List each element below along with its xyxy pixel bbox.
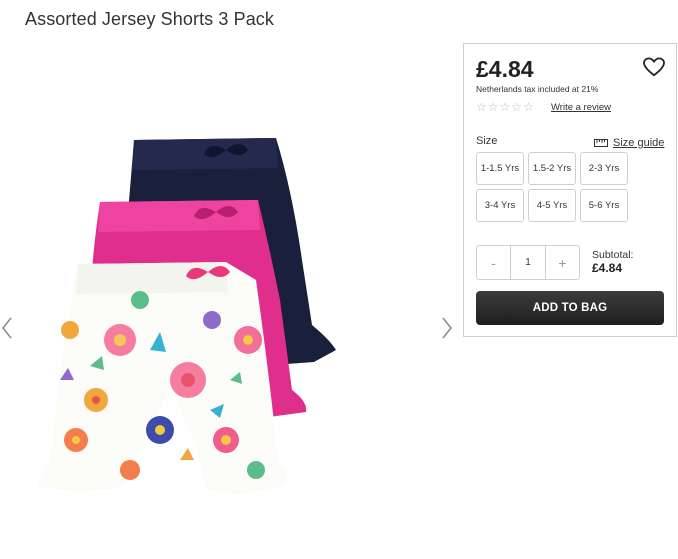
quantity-increase-button[interactable]: + xyxy=(546,246,579,279)
subtotal-value: £4.84 xyxy=(592,261,623,275)
add-to-bag-button[interactable]: ADD TO BAG xyxy=(476,291,664,325)
star-icon: ☆ xyxy=(476,100,487,114)
size-guide-link[interactable]: Size guide xyxy=(594,137,664,149)
gallery-prev-button[interactable] xyxy=(0,315,16,341)
star-icon: ☆ xyxy=(511,100,523,114)
gallery-next-button[interactable] xyxy=(438,315,454,341)
wishlist-button[interactable] xyxy=(643,57,665,77)
star-icon: ☆ xyxy=(523,100,534,114)
product-image xyxy=(36,138,336,494)
product-price: £4.84 xyxy=(476,56,534,82)
rating-stars: ☆ ☆ ☆ ☆ ☆ xyxy=(476,101,534,113)
star-icon: ☆ xyxy=(499,100,511,114)
product-gallery xyxy=(0,45,460,555)
star-icon: ☆ xyxy=(487,100,499,114)
quantity-decrease-button[interactable]: - xyxy=(477,246,510,279)
size-option[interactable]: 4-5 Yrs xyxy=(528,189,576,222)
chevron-right-icon xyxy=(442,317,452,339)
chevron-left-icon xyxy=(2,317,12,339)
write-review-link[interactable]: Write a review xyxy=(551,102,611,113)
size-option[interactable]: 3-4 Yrs xyxy=(476,189,524,222)
tax-note: Netherlands tax included at 21% xyxy=(476,84,599,94)
size-guide-label: Size guide xyxy=(613,137,665,149)
size-option[interactable]: 1.5-2 Yrs xyxy=(528,152,576,185)
quantity-stepper: - 1 + xyxy=(476,245,580,280)
product-title: Assorted Jersey Shorts 3 Pack xyxy=(25,9,275,29)
heart-icon xyxy=(643,57,665,77)
ruler-icon xyxy=(594,139,608,147)
purchase-panel: £4.84 Netherlands tax included at 21% ☆ … xyxy=(463,43,677,337)
size-option[interactable]: 2-3 Yrs xyxy=(580,152,628,185)
size-option[interactable]: 1-1.5 Yrs xyxy=(476,152,524,185)
quantity-input[interactable]: 1 xyxy=(510,246,546,279)
size-options: 1-1.5 Yrs 1.5-2 Yrs 2-3 Yrs 3-4 Yrs 4-5 … xyxy=(476,152,628,222)
subtotal: Subtotal: £4.84 xyxy=(592,249,633,275)
size-option[interactable]: 5-6 Yrs xyxy=(580,189,628,222)
size-label: Size xyxy=(476,135,498,147)
